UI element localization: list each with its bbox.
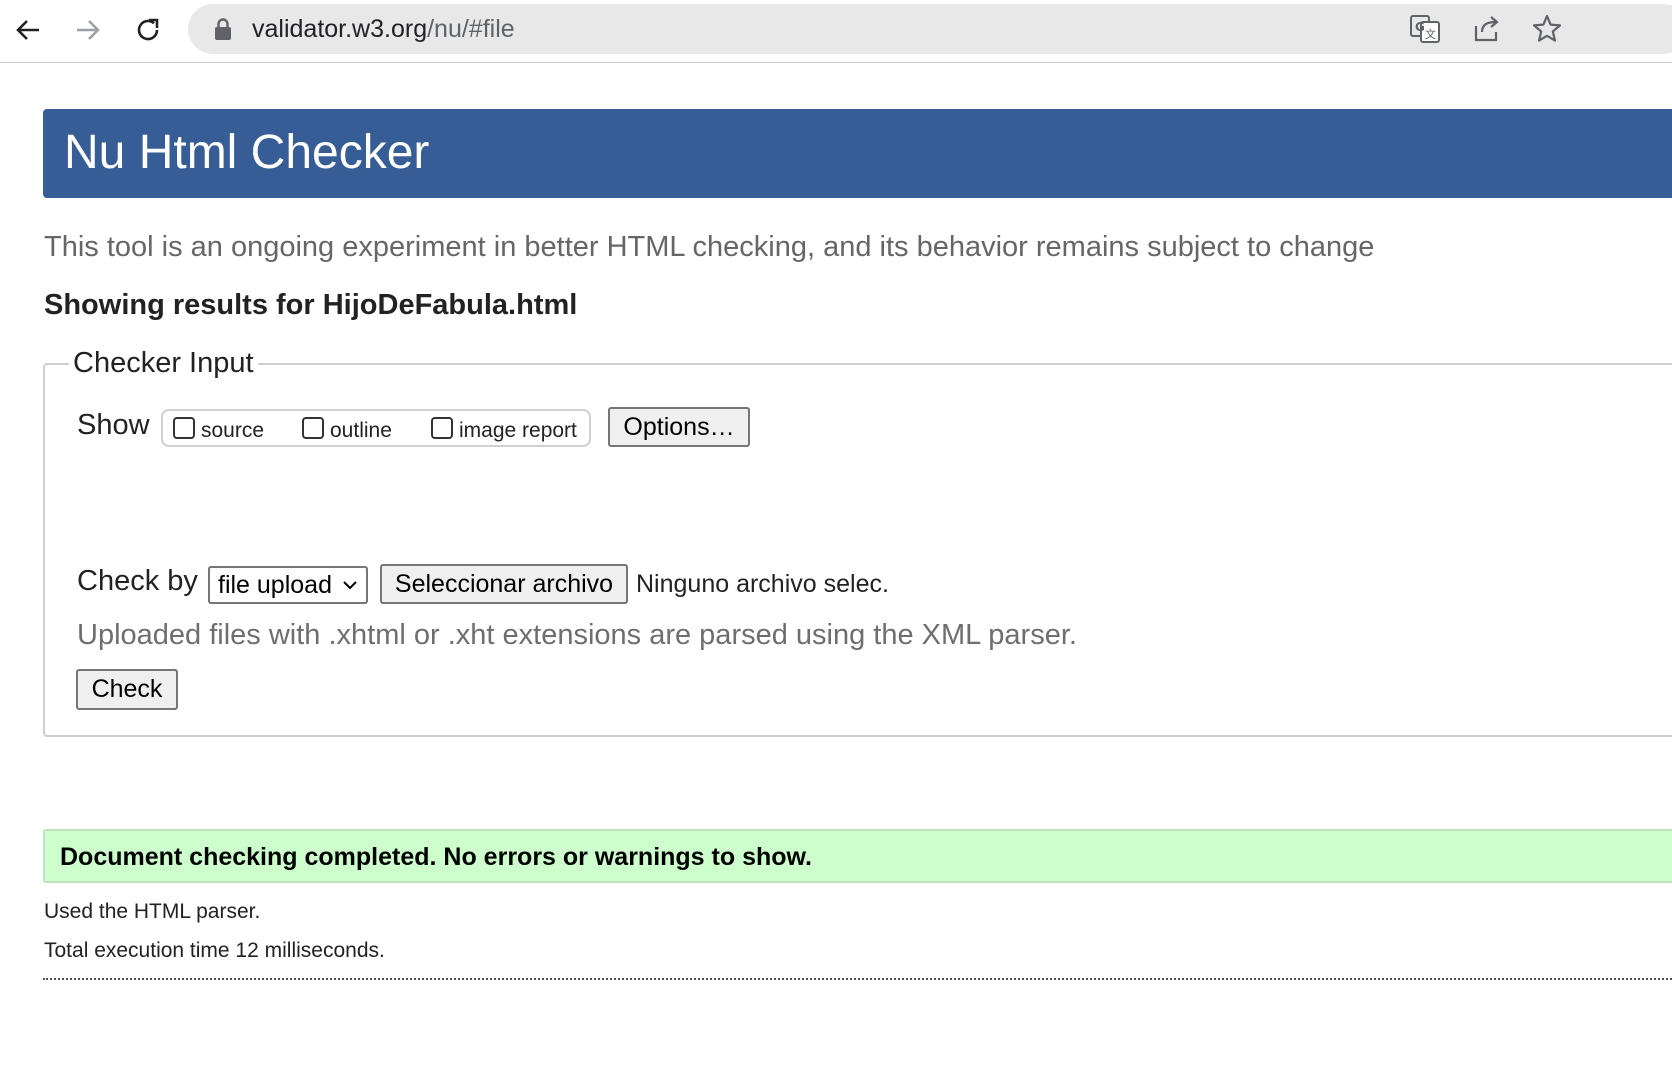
- check-by-select[interactable]: file upload: [208, 566, 368, 604]
- svg-text:文: 文: [1425, 27, 1436, 41]
- file-status-text: Ninguno archivo selec.: [636, 570, 889, 598]
- svg-text:G: G: [1415, 20, 1425, 34]
- success-message: Document checking completed. No errors o…: [60, 843, 812, 871]
- source-checkbox-label: source: [201, 419, 265, 442]
- show-outline-option[interactable]: outline: [302, 413, 392, 443]
- checker-input-legend: Checker Input: [69, 347, 258, 380]
- bookmark-star-icon[interactable]: [1530, 12, 1564, 46]
- choose-file-button[interactable]: Seleccionar archivo: [380, 564, 628, 604]
- checker-input-fieldset: Checker Input Show source outline image …: [43, 347, 1672, 737]
- show-source-option[interactable]: source: [173, 413, 264, 443]
- image-report-checkbox-label: image report: [459, 419, 577, 442]
- show-options-group: source outline image report: [161, 409, 591, 447]
- header-bar: Nu Html Checker: [43, 109, 1672, 198]
- share-icon[interactable]: [1470, 12, 1504, 46]
- outline-checkbox-label: outline: [330, 419, 392, 442]
- url-text[interactable]: validator.w3.org/nu/#file: [252, 15, 515, 44]
- execution-time: Total execution time 12 milliseconds.: [44, 939, 385, 962]
- xml-parser-hint: Uploaded files with .xhtml or .xht exten…: [77, 619, 1077, 651]
- source-checkbox[interactable]: [173, 417, 195, 439]
- lock-icon: [215, 18, 231, 40]
- check-by-selected-value: file upload: [218, 570, 332, 599]
- dotted-divider: [43, 978, 1672, 980]
- page-title: Nu Html Checker: [64, 126, 430, 179]
- show-image-report-option[interactable]: image report: [431, 413, 577, 443]
- check-button[interactable]: Check: [76, 669, 178, 710]
- chevron-down-icon: [343, 581, 357, 590]
- results-heading: Showing results for HijoDeFabula.html: [44, 289, 578, 321]
- check-by-label: Check by: [77, 565, 198, 597]
- options-button[interactable]: Options…: [608, 407, 750, 447]
- back-arrow-icon[interactable]: [6, 8, 50, 52]
- page-subtitle: This tool is an ongoing experiment in be…: [44, 231, 1375, 263]
- success-message-bar: Document checking completed. No errors o…: [43, 829, 1672, 883]
- image-report-checkbox[interactable]: [431, 417, 453, 439]
- parser-info: Used the HTML parser.: [44, 900, 261, 923]
- browser-toolbar: validator.w3.org/nu/#file G 文: [0, 0, 1672, 63]
- address-bar[interactable]: validator.w3.org/nu/#file G 文: [188, 4, 1672, 54]
- forward-arrow-icon[interactable]: [66, 8, 110, 52]
- show-label: Show: [77, 409, 150, 441]
- reload-icon[interactable]: [126, 8, 170, 52]
- translate-icon[interactable]: G 文: [1408, 12, 1442, 46]
- outline-checkbox[interactable]: [302, 417, 324, 439]
